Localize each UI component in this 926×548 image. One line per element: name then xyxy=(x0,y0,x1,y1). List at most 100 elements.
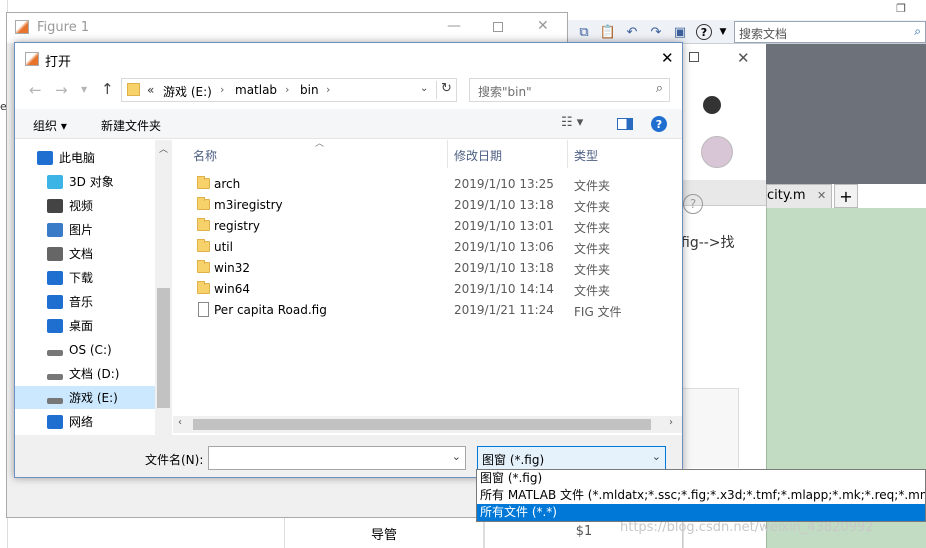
nav-item-label: 桌面 xyxy=(69,319,94,333)
nav-item[interactable]: 音乐 xyxy=(15,290,170,313)
figure-title: Figure 1 xyxy=(37,20,90,35)
nav-item[interactable]: 文档 (D:) xyxy=(15,362,170,385)
redo-icon[interactable]: ↷ xyxy=(648,24,664,40)
user-avatar[interactable] xyxy=(701,136,733,168)
figure-minimize-icon[interactable]: — xyxy=(447,18,461,34)
nav-item-label: 文档 (D:) xyxy=(69,367,120,381)
nav-item[interactable]: 桌面 xyxy=(15,314,170,337)
dialog-close-icon[interactable]: ✕ xyxy=(661,49,674,67)
file-row[interactable]: win32 2019/1/10 13:18 文件夹 xyxy=(191,258,671,279)
recent-dropdown-icon[interactable]: ▼ xyxy=(81,85,87,94)
nav-item[interactable]: 视频 xyxy=(15,194,170,217)
file-name: registry xyxy=(214,219,260,233)
up-arrow-icon[interactable]: ↑ xyxy=(101,80,114,98)
nav-item[interactable]: OS (C:) xyxy=(15,338,170,361)
help-icon[interactable]: ? xyxy=(651,116,667,132)
account-icon[interactable] xyxy=(703,96,721,114)
scroll-up-icon[interactable]: ︿ xyxy=(159,142,168,155)
file-row[interactable]: registry 2019/1/10 13:01 文件夹 xyxy=(191,216,671,237)
file-date: 2019/1/10 13:25 xyxy=(454,177,554,191)
file-row[interactable]: Per capita Road.fig 2019/1/21 11:24 FIG 文件 xyxy=(191,300,671,321)
browser-close-icon[interactable]: ✕ xyxy=(737,49,750,67)
address-dropdown-icon[interactable]: ⌄ xyxy=(420,83,428,94)
network-icon xyxy=(47,414,63,429)
dialog-search-placeholder: 搜索"bin" xyxy=(478,85,532,99)
filetype-option[interactable]: 图窗 (*.fig) xyxy=(477,470,925,487)
file-icon xyxy=(198,302,209,317)
file-name: Per capita Road.fig xyxy=(214,303,327,317)
address-folder-icon xyxy=(127,83,140,96)
breadcrumb-item[interactable]: 游戏 (E:) xyxy=(163,83,212,100)
help-dropdown-icon[interactable]: ▼ xyxy=(718,24,728,40)
file-row[interactable]: util 2019/1/10 13:06 文件夹 xyxy=(191,237,671,258)
pc-icon xyxy=(37,150,53,165)
tab-close-icon[interactable]: ✕ xyxy=(817,189,826,202)
refresh-icon[interactable]: ↻ xyxy=(436,81,456,99)
organize-button[interactable]: 组织 ▾ xyxy=(33,117,67,134)
figure-close-icon[interactable]: ✕ xyxy=(537,18,549,34)
breadcrumb-separator-icon: › xyxy=(326,83,331,96)
filename-input[interactable]: ⌄ xyxy=(208,446,466,470)
restore-icon[interactable]: ❐ xyxy=(896,2,906,15)
info-help-icon: ? xyxy=(683,194,703,214)
file-date: 2019/1/10 13:06 xyxy=(454,240,554,254)
nav-item[interactable]: 图片 xyxy=(15,218,170,241)
file-date: 2019/1/21 11:24 xyxy=(454,303,554,317)
breadcrumb-prefix[interactable]: « xyxy=(147,83,154,97)
nav-item-label: OS (C:) xyxy=(69,342,112,357)
browser-maximize-icon[interactable] xyxy=(689,52,699,62)
undo-icon[interactable]: ↶ xyxy=(624,24,640,40)
scroll-right-icon[interactable]: › xyxy=(669,417,673,428)
dialog-search-input[interactable]: 搜索"bin" ⌕ xyxy=(469,78,670,102)
breadcrumb-item[interactable]: bin xyxy=(300,83,319,97)
filetype-select[interactable]: 图窗 (*.fig) ⌄ xyxy=(477,446,666,470)
filename-dropdown-icon[interactable]: ⌄ xyxy=(452,450,461,463)
nav-scroll-thumb[interactable] xyxy=(157,288,170,408)
editor-tab-citym[interactable]: city.m ✕ xyxy=(766,184,832,208)
table-fragment xyxy=(683,388,739,468)
filetype-dropdown-icon[interactable]: ⌄ xyxy=(652,450,661,463)
column-name-header[interactable]: 名称 xyxy=(193,147,217,164)
file-name: util xyxy=(214,240,233,254)
folder-icon xyxy=(197,260,210,273)
add-tab-button[interactable]: + xyxy=(834,184,858,208)
preview-pane-icon[interactable] xyxy=(617,118,633,130)
nav-item[interactable]: 游戏 (E:) xyxy=(15,386,170,409)
view-options-icon[interactable]: ☷ ▾ xyxy=(561,115,583,130)
file-row[interactable]: m3iregistry 2019/1/10 13:18 文件夹 xyxy=(191,195,671,216)
file-row[interactable]: win64 2019/1/10 14:14 文件夹 xyxy=(191,279,671,300)
nav-item[interactable]: 网络 xyxy=(15,410,170,433)
nav-item-label: 游戏 (E:) xyxy=(69,391,118,405)
nav-item[interactable]: 此电脑 xyxy=(15,146,170,169)
paste-icon[interactable]: 📋 xyxy=(600,24,616,40)
scroll-left-icon[interactable]: ‹ xyxy=(178,417,182,428)
doc-search-input[interactable]: 搜索文档 ⌕ xyxy=(734,21,926,43)
file-row[interactable]: arch 2019/1/10 13:25 文件夹 xyxy=(191,174,671,195)
help-icon[interactable]: ? xyxy=(696,24,712,40)
new-folder-button[interactable]: 新建文件夹 xyxy=(101,117,161,134)
address-bar[interactable]: « 游戏 (E:) › matlab › bin › ⌄ ↻ xyxy=(121,78,457,102)
column-date-header[interactable]: 修改日期 xyxy=(454,147,502,164)
nav-item[interactable]: 下载 xyxy=(15,266,170,289)
filetype-option[interactable]: 所有文件 (*.*) xyxy=(477,504,925,521)
nav-scrollbar[interactable]: ︿ xyxy=(155,140,172,435)
dialog-app-icon xyxy=(25,52,39,66)
filetype-option[interactable]: 所有 MATLAB 文件 (*.mldatx;*.ssc;*.fig;*.x3d… xyxy=(477,487,925,504)
folder-icon xyxy=(197,239,210,252)
file-date: 2019/1/10 13:18 xyxy=(454,261,554,275)
file-type: 文件夹 xyxy=(574,263,611,277)
filetype-dropdown-list: 图窗 (*.fig) 所有 MATLAB 文件 (*.mldatx;*.ssc;*… xyxy=(476,469,926,522)
nav-item[interactable]: 文档 xyxy=(15,242,170,265)
window-switch-icon[interactable]: ▣ xyxy=(672,24,688,40)
copy-icon[interactable]: ⧉ xyxy=(576,24,592,40)
figure-maximize-icon[interactable] xyxy=(493,22,503,32)
forward-arrow-icon[interactable]: → xyxy=(55,81,68,99)
back-arrow-icon[interactable]: ← xyxy=(29,81,42,99)
matlab-logo-icon xyxy=(15,20,29,34)
hscroll-thumb[interactable] xyxy=(193,419,651,430)
breadcrumb-separator-icon: › xyxy=(285,83,290,96)
nav-item[interactable]: 3D 对象 xyxy=(15,170,170,193)
breadcrumb-item[interactable]: matlab xyxy=(235,83,277,97)
file-list-hscrollbar[interactable]: ‹ › xyxy=(173,416,682,433)
column-type-header[interactable]: 类型 xyxy=(574,147,598,164)
